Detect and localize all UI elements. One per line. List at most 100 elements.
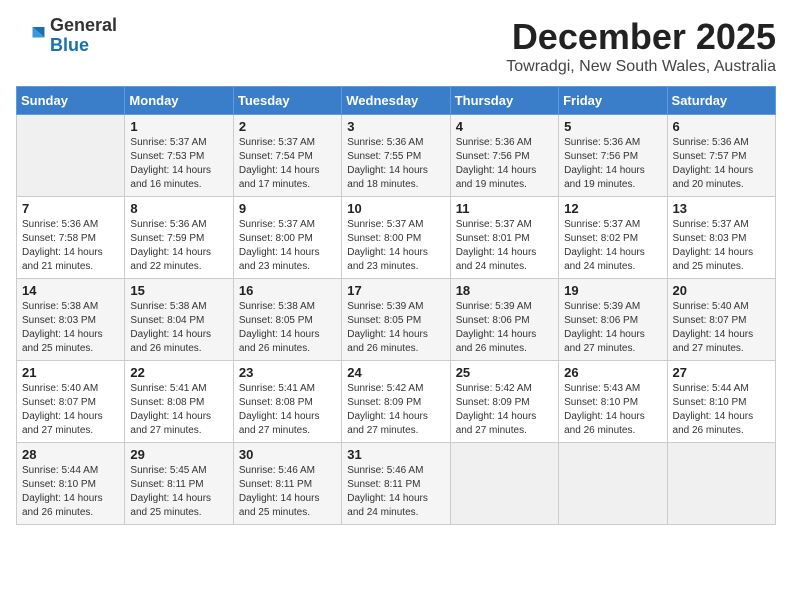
calendar-cell: 14 Sunrise: 5:38 AM Sunset: 8:03 PM Dayli…	[17, 279, 125, 361]
cell-info: Sunrise: 5:37 AM Sunset: 7:54 PM Dayligh…	[239, 136, 336, 192]
calendar-cell: 24 Sunrise: 5:42 AM Sunset: 8:09 PM Dayli…	[342, 361, 450, 443]
cell-info: Sunrise: 5:41 AM Sunset: 8:08 PM Dayligh…	[239, 382, 336, 438]
day-number: 25	[456, 365, 553, 380]
day-number: 7	[22, 201, 119, 216]
calendar-cell	[667, 443, 775, 525]
day-number: 13	[673, 201, 770, 216]
calendar-cell: 16 Sunrise: 5:38 AM Sunset: 8:05 PM Dayli…	[233, 279, 341, 361]
calendar-cell: 6Sunrise: 5:36 AM Sunset: 7:57 PM Daylig…	[667, 115, 775, 197]
cell-info: Sunrise: 5:36 AM Sunset: 7:55 PM Dayligh…	[347, 136, 444, 192]
day-number: 8	[130, 201, 227, 216]
calendar-cell: 31 Sunrise: 5:46 AM Sunset: 8:11 PM Dayli…	[342, 443, 450, 525]
day-number: 2	[239, 119, 336, 134]
calendar-cell: 17Sunrise: 5:39 AM Sunset: 8:05 PM Dayli…	[342, 279, 450, 361]
day-number: 27	[673, 365, 770, 380]
cell-info: Sunrise: 5:44 AM Sunset: 8:10 PM Dayligh…	[673, 382, 770, 438]
week-row-2: 7Sunrise: 5:36 AM Sunset: 7:58 PM Daylig…	[17, 197, 776, 279]
weekday-header-monday: Monday	[125, 87, 233, 115]
calendar-cell: 29 Sunrise: 5:45 AM Sunset: 8:11 PM Dayli…	[125, 443, 233, 525]
calendar-cell: 7Sunrise: 5:36 AM Sunset: 7:58 PM Daylig…	[17, 197, 125, 279]
day-number: 20	[673, 283, 770, 298]
cell-info: Sunrise: 5:38 AM Sunset: 8:05 PM Dayligh…	[239, 300, 336, 356]
week-row-3: 14 Sunrise: 5:38 AM Sunset: 8:03 PM Dayli…	[17, 279, 776, 361]
weekday-header-tuesday: Tuesday	[233, 87, 341, 115]
day-number: 5	[564, 119, 661, 134]
cell-info: Sunrise: 5:37 AM Sunset: 7:53 PM Dayligh…	[130, 136, 227, 192]
calendar-cell: 19 Sunrise: 5:39 AM Sunset: 8:06 PM Dayli…	[559, 279, 667, 361]
cell-info: Sunrise: 5:39 AM Sunset: 8:06 PM Dayligh…	[456, 300, 553, 356]
cell-info: Sunrise: 5:46 AM Sunset: 8:11 PM Dayligh…	[239, 464, 336, 520]
day-number: 14	[22, 283, 119, 298]
cell-info: Sunrise: 5:37 AM Sunset: 8:01 PM Dayligh…	[456, 218, 553, 274]
day-number: 30	[239, 447, 336, 462]
location-text: Towradgi, New South Wales, Australia	[506, 58, 776, 76]
logo-blue-text: Blue	[50, 36, 117, 56]
calendar-cell: 15 Sunrise: 5:38 AM Sunset: 8:04 PM Dayli…	[125, 279, 233, 361]
day-number: 4	[456, 119, 553, 134]
cell-info: Sunrise: 5:41 AM Sunset: 8:08 PM Dayligh…	[130, 382, 227, 438]
day-number: 28	[22, 447, 119, 462]
calendar-cell: 21 Sunrise: 5:40 AM Sunset: 8:07 PM Dayli…	[17, 361, 125, 443]
week-row-1: 1 Sunrise: 5:37 AM Sunset: 7:53 PM Daylig…	[17, 115, 776, 197]
cell-info: Sunrise: 5:40 AM Sunset: 8:07 PM Dayligh…	[22, 382, 119, 438]
calendar-cell: 22Sunrise: 5:41 AM Sunset: 8:08 PM Dayli…	[125, 361, 233, 443]
day-number: 21	[22, 365, 119, 380]
cell-info: Sunrise: 5:45 AM Sunset: 8:11 PM Dayligh…	[130, 464, 227, 520]
cell-info: Sunrise: 5:37 AM Sunset: 8:00 PM Dayligh…	[239, 218, 336, 274]
title-block: December 2025 Towradgi, New South Wales,…	[506, 16, 776, 76]
calendar-table: SundayMondayTuesdayWednesdayThursdayFrid…	[16, 86, 776, 525]
cell-info: Sunrise: 5:37 AM Sunset: 8:00 PM Dayligh…	[347, 218, 444, 274]
day-number: 18	[456, 283, 553, 298]
weekday-header-saturday: Saturday	[667, 87, 775, 115]
month-title: December 2025	[506, 16, 776, 58]
cell-info: Sunrise: 5:39 AM Sunset: 8:06 PM Dayligh…	[564, 300, 661, 356]
cell-info: Sunrise: 5:37 AM Sunset: 8:03 PM Dayligh…	[673, 218, 770, 274]
day-number: 15	[130, 283, 227, 298]
day-number: 29	[130, 447, 227, 462]
cell-info: Sunrise: 5:37 AM Sunset: 8:02 PM Dayligh…	[564, 218, 661, 274]
weekday-header-wednesday: Wednesday	[342, 87, 450, 115]
calendar-cell	[559, 443, 667, 525]
page-header: General Blue December 2025 Towradgi, New…	[16, 16, 776, 76]
cell-info: Sunrise: 5:36 AM Sunset: 7:59 PM Dayligh…	[130, 218, 227, 274]
week-row-4: 21 Sunrise: 5:40 AM Sunset: 8:07 PM Dayli…	[17, 361, 776, 443]
day-number: 24	[347, 365, 444, 380]
day-number: 9	[239, 201, 336, 216]
calendar-cell: 9 Sunrise: 5:37 AM Sunset: 8:00 PM Daylig…	[233, 197, 341, 279]
logo: General Blue	[16, 16, 117, 56]
calendar-cell: 25Sunrise: 5:42 AM Sunset: 8:09 PM Dayli…	[450, 361, 558, 443]
logo-icon	[16, 21, 46, 51]
weekday-header-thursday: Thursday	[450, 87, 558, 115]
calendar-cell: 4 Sunrise: 5:36 AM Sunset: 7:56 PM Daylig…	[450, 115, 558, 197]
cell-info: Sunrise: 5:36 AM Sunset: 7:56 PM Dayligh…	[456, 136, 553, 192]
calendar-cell: 10Sunrise: 5:37 AM Sunset: 8:00 PM Dayli…	[342, 197, 450, 279]
cell-info: Sunrise: 5:46 AM Sunset: 8:11 PM Dayligh…	[347, 464, 444, 520]
calendar-cell: 3 Sunrise: 5:36 AM Sunset: 7:55 PM Daylig…	[342, 115, 450, 197]
calendar-cell: 26Sunrise: 5:43 AM Sunset: 8:10 PM Dayli…	[559, 361, 667, 443]
day-number: 19	[564, 283, 661, 298]
calendar-cell: 8 Sunrise: 5:36 AM Sunset: 7:59 PM Daylig…	[125, 197, 233, 279]
weekday-header-friday: Friday	[559, 87, 667, 115]
calendar-cell	[17, 115, 125, 197]
cell-info: Sunrise: 5:36 AM Sunset: 7:57 PM Dayligh…	[673, 136, 770, 192]
cell-info: Sunrise: 5:43 AM Sunset: 8:10 PM Dayligh…	[564, 382, 661, 438]
calendar-cell: 28Sunrise: 5:44 AM Sunset: 8:10 PM Dayli…	[17, 443, 125, 525]
logo-general-text: General	[50, 16, 117, 36]
calendar-cell	[450, 443, 558, 525]
day-number: 3	[347, 119, 444, 134]
cell-info: Sunrise: 5:38 AM Sunset: 8:04 PM Dayligh…	[130, 300, 227, 356]
cell-info: Sunrise: 5:42 AM Sunset: 8:09 PM Dayligh…	[347, 382, 444, 438]
cell-info: Sunrise: 5:38 AM Sunset: 8:03 PM Dayligh…	[22, 300, 119, 356]
day-number: 23	[239, 365, 336, 380]
day-number: 31	[347, 447, 444, 462]
day-number: 16	[239, 283, 336, 298]
weekday-header-sunday: Sunday	[17, 87, 125, 115]
calendar-cell: 18 Sunrise: 5:39 AM Sunset: 8:06 PM Dayli…	[450, 279, 558, 361]
calendar-cell: 30 Sunrise: 5:46 AM Sunset: 8:11 PM Dayli…	[233, 443, 341, 525]
day-number: 17	[347, 283, 444, 298]
calendar-cell: 11Sunrise: 5:37 AM Sunset: 8:01 PM Dayli…	[450, 197, 558, 279]
calendar-cell: 13 Sunrise: 5:37 AM Sunset: 8:03 PM Dayli…	[667, 197, 775, 279]
calendar-cell: 23 Sunrise: 5:41 AM Sunset: 8:08 PM Dayli…	[233, 361, 341, 443]
day-number: 1	[130, 119, 227, 134]
cell-info: Sunrise: 5:40 AM Sunset: 8:07 PM Dayligh…	[673, 300, 770, 356]
